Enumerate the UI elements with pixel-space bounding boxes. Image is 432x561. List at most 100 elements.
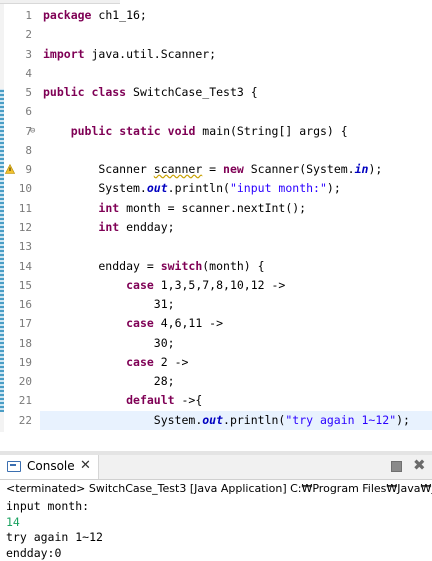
token-kw: default	[126, 393, 175, 407]
token-kw: int	[98, 220, 120, 234]
line-number: 13	[18, 240, 32, 253]
console-tab-label: Console	[27, 459, 75, 473]
token: Scanner	[43, 162, 154, 176]
token: endday =	[43, 259, 161, 273]
token-kw: import	[43, 47, 85, 61]
line-number: 4	[25, 67, 32, 80]
token-kw: class	[91, 85, 127, 99]
code-line[interactable]: public class SwitchCase_Test3 {	[43, 83, 258, 102]
token: );	[368, 162, 383, 176]
minimize-icon[interactable]	[391, 461, 402, 472]
code-line[interactable]: endday = switch(month) {	[43, 257, 264, 276]
token: SwitchCase_Test3 {	[126, 85, 258, 99]
token: Scanner(System.	[243, 162, 355, 176]
token: System.	[43, 413, 203, 427]
token: 2 ->	[153, 355, 189, 369]
code-line[interactable]: System.out.println("try again 1~12");	[43, 411, 410, 430]
line-number: 16	[18, 298, 32, 311]
close-icon[interactable]: ✕	[80, 458, 91, 473]
line-number: 18	[18, 337, 32, 350]
line-number: 10	[18, 182, 32, 195]
line-number: 17	[18, 317, 32, 330]
token: main(String[] args) {	[195, 124, 348, 138]
line-number: 12	[18, 221, 32, 234]
line-number: 2	[25, 28, 32, 41]
code-line[interactable]: System.out.println("input month:");	[43, 179, 341, 198]
code-line[interactable]: public static void main(String[] args) {	[43, 122, 348, 141]
line-number: 7	[25, 125, 32, 138]
line-number: 8	[25, 144, 32, 157]
line-number: 20	[18, 375, 32, 388]
token-kw: switch	[160, 259, 203, 273]
token-str: "input month:"	[229, 181, 327, 195]
code-editor[interactable]: 1 package ch1_16; 2 3 import java.util.Scann…	[0, 0, 432, 432]
token: 1,3,5,7,8,10,12 ->	[153, 278, 286, 292]
warning-icon[interactable]	[5, 164, 15, 174]
code-line[interactable]: Scanner scanner = new Scanner(System.in)…	[43, 160, 382, 179]
token: System.	[43, 181, 147, 195]
console-tab-bar: Console ✕ ✖	[0, 455, 432, 480]
code-line[interactable]: int endday;	[43, 218, 175, 237]
code-line[interactable]: int month = scanner.nextInt();	[43, 199, 306, 218]
line-number: 21	[18, 394, 32, 407]
token: 28;	[43, 374, 175, 388]
code-line[interactable]: case 4,6,11 ->	[43, 314, 223, 333]
console-output-line: try again 1~12	[6, 530, 103, 544]
code-line[interactable]: default ->{	[43, 391, 202, 410]
token: ch1_16;	[91, 8, 147, 22]
code-line[interactable]: import java.util.Scanner;	[43, 45, 216, 64]
token: java.util.Scanner;	[84, 47, 217, 61]
token-kw: public	[70, 124, 113, 138]
token: 4,6,11 ->	[153, 316, 224, 330]
line-number: 6	[25, 105, 32, 118]
fold-toggle-icon[interactable]: ⊖	[30, 122, 35, 141]
line-number: 19	[18, 356, 32, 369]
token: 30;	[43, 336, 175, 350]
console-icon	[7, 461, 21, 472]
token-kw: public	[43, 85, 85, 99]
token-kw: package	[43, 8, 92, 22]
token: .println(	[167, 181, 230, 195]
editor-tab-strip	[0, 0, 432, 4]
code-line[interactable]: package ch1_16;	[43, 6, 147, 25]
token: );	[326, 181, 341, 195]
line-number: 5	[25, 86, 32, 99]
token: .println(	[223, 413, 286, 427]
line-number: 15	[18, 279, 32, 292]
code-line[interactable]: case 2 ->	[43, 353, 188, 372]
line-number: 14	[18, 260, 32, 273]
code-line[interactable]: case 1,3,5,7,8,10,12 ->	[43, 276, 285, 295]
maximize-icon[interactable]: ✖	[413, 456, 426, 474]
terminated-status: <terminated> SwitchCase_Test3 [Java Appl…	[6, 482, 432, 495]
token-fld: out	[146, 181, 168, 195]
token-kw: new	[223, 162, 244, 176]
token-kw: int	[98, 201, 120, 215]
tab-console[interactable]: Console ✕	[0, 455, 99, 479]
token-kw: static	[119, 124, 161, 138]
code-line[interactable]: 28;	[43, 372, 175, 391]
code-line[interactable]: 31;	[43, 295, 175, 314]
token: ->{	[174, 393, 203, 407]
line-number: 22	[18, 414, 32, 427]
code-line[interactable]: 30;	[43, 334, 175, 353]
token-kw: case	[126, 316, 154, 330]
console-output-line: input month:	[6, 499, 90, 513]
token-kw: void	[167, 124, 196, 138]
console-panel: Console ✕ ✖ <terminated> SwitchCase_Test…	[0, 455, 432, 560]
line-number: 3	[25, 48, 32, 61]
token: endday;	[119, 220, 175, 234]
token-fld: in	[354, 162, 369, 176]
token: month = scanner.nextInt();	[119, 201, 307, 215]
line-number: 1	[25, 9, 32, 22]
token-unused: scanner	[153, 162, 203, 176]
token: );	[396, 413, 410, 427]
console-user-input: 14	[6, 515, 20, 529]
